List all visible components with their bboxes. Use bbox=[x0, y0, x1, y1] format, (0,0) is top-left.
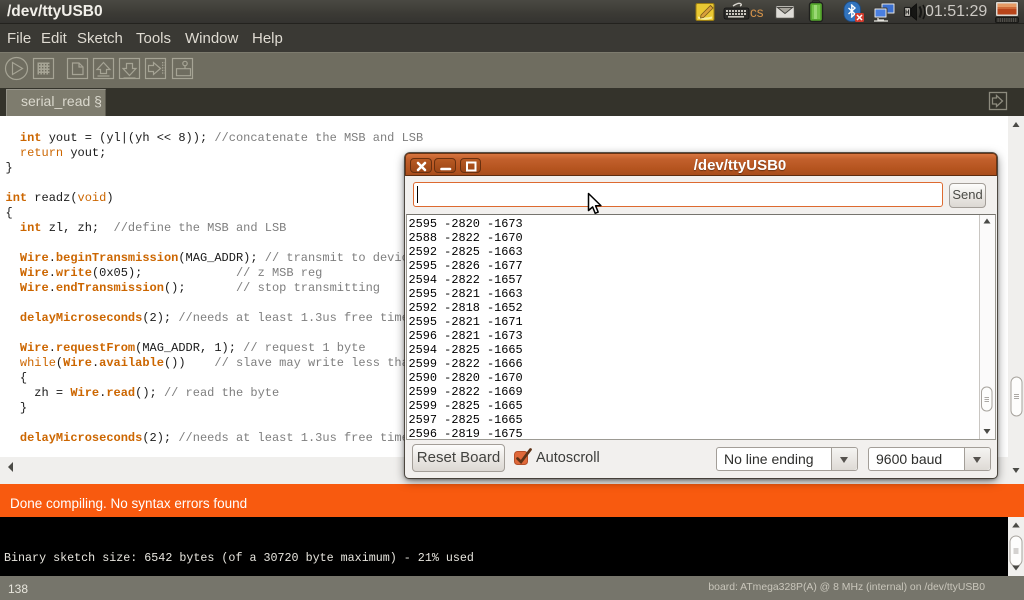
svg-text:cs: cs bbox=[750, 5, 764, 20]
